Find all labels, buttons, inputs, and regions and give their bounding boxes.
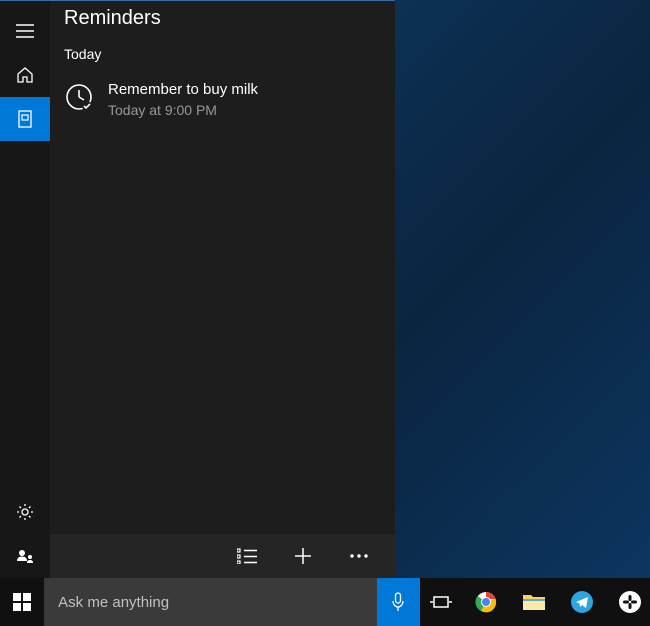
reminder-content: Remember to buy milk Today at 9:00 PM: [108, 80, 381, 119]
page-title: Reminders: [64, 7, 381, 30]
taskbar-app-chrome[interactable]: [466, 578, 506, 626]
list-icon: [237, 548, 257, 564]
slack-icon: [619, 591, 641, 613]
taskbar-app-file-explorer[interactable]: [514, 578, 554, 626]
hamburger-icon: [16, 24, 34, 38]
clock-check-icon: [64, 82, 94, 112]
hamburger-menu-button[interactable]: [0, 9, 50, 53]
taskbar-app-telegram[interactable]: [562, 578, 602, 626]
taskbar-pinned-apps: [462, 578, 650, 626]
reminder-item[interactable]: Remember to buy milk Today at 9:00 PM: [50, 72, 395, 127]
start-button[interactable]: [0, 578, 44, 626]
sidebar-home-button[interactable]: [0, 53, 50, 97]
reminder-title: Remember to buy milk: [108, 80, 381, 100]
cortana-main: Reminders Today Remember to buy milk Tod…: [50, 1, 395, 578]
microphone-icon: [391, 592, 405, 612]
ellipsis-icon: [349, 553, 369, 559]
add-reminder-button[interactable]: [279, 534, 327, 578]
home-icon: [16, 66, 34, 84]
gear-icon: [16, 503, 34, 521]
more-options-button[interactable]: [335, 534, 383, 578]
file-explorer-icon: [522, 592, 546, 612]
feedback-icon: [16, 547, 34, 565]
section-today-label: Today: [50, 38, 395, 72]
sidebar-settings-button[interactable]: [0, 490, 50, 534]
microphone-button[interactable]: [377, 578, 419, 626]
notebook-icon: [16, 109, 34, 129]
windows-logo-icon: [13, 593, 31, 611]
plus-icon: [293, 546, 313, 566]
cortana-panel: Reminders Today Remember to buy milk Tod…: [0, 0, 395, 578]
task-view-icon: [430, 594, 452, 610]
chrome-icon: [475, 591, 497, 613]
reminders-action-bar: [50, 534, 395, 578]
search-placeholder: Ask me anything: [58, 594, 169, 611]
task-view-button[interactable]: [420, 578, 462, 626]
telegram-icon: [571, 591, 593, 613]
list-view-button[interactable]: [223, 534, 271, 578]
taskbar-app-slack[interactable]: [610, 578, 650, 626]
cortana-search-input[interactable]: Ask me anything: [44, 578, 377, 626]
sidebar-feedback-button[interactable]: [0, 534, 50, 578]
panel-header: Reminders: [50, 1, 395, 38]
taskbar: Ask me anything: [0, 578, 650, 626]
sidebar-notebook-button[interactable]: [0, 97, 50, 141]
reminder-time: Today at 9:00 PM: [108, 101, 381, 119]
cortana-sidebar: [0, 1, 50, 578]
